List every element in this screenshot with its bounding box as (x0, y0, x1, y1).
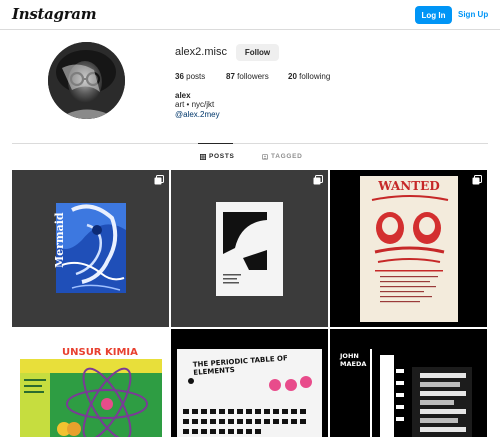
posts-count: 36 (175, 72, 184, 81)
profile-bio: art • nyc/jkt (175, 100, 215, 109)
login-button[interactable]: Log In (415, 6, 452, 24)
active-tab-indicator (198, 143, 233, 144)
signup-link[interactable]: Sign Up (458, 10, 488, 19)
multiple-posts-icon (154, 175, 164, 185)
post-tile[interactable]: UNSUR KIMIA (12, 329, 169, 437)
following-label: following (299, 72, 331, 81)
posts-stat: 36 posts (175, 72, 205, 81)
tag-icon (262, 153, 268, 160)
tab-posts[interactable]: POSTS (200, 153, 235, 160)
followers-count: 87 (226, 72, 235, 81)
post-tile[interactable]: Mermaid (12, 170, 169, 327)
instagram-logo[interactable]: Instagram (12, 5, 97, 23)
tab-posts-label: POSTS (209, 153, 235, 160)
following-count: 20 (288, 72, 297, 81)
post-tile[interactable] (171, 170, 328, 327)
profile-name: alex (175, 91, 191, 100)
following-stat[interactable]: 20 following (288, 72, 330, 81)
follow-button[interactable]: Follow (236, 44, 279, 61)
post-tile[interactable]: JOHN MAEDA (330, 329, 487, 437)
multiple-posts-icon (313, 175, 323, 185)
post-art-text: WANTED (378, 179, 440, 193)
post-art-text: UNSUR KIMIA (62, 347, 138, 358)
post-tile[interactable]: WANTED (330, 170, 487, 327)
tabs-divider (12, 143, 488, 144)
post-art-text: Mermaid (53, 212, 66, 268)
profile-link[interactable]: @alex.2mey (175, 110, 220, 119)
multiple-posts-icon (472, 175, 482, 185)
post-tile[interactable]: THE PERIODIC TABLE OF ELEMENTS (171, 329, 328, 437)
followers-stat[interactable]: 87 followers (226, 72, 269, 81)
posts-label: posts (186, 72, 206, 81)
avatar[interactable] (48, 42, 125, 119)
post-art-text: JOHN MAEDA (340, 352, 367, 368)
top-nav: Instagram Log In Sign Up (0, 0, 500, 30)
tab-tagged-label: TAGGED (271, 153, 303, 160)
grid-icon (200, 153, 206, 160)
followers-label: followers (237, 72, 269, 81)
tab-tagged[interactable]: TAGGED (262, 153, 303, 160)
profile-username: alex2.misc (175, 46, 227, 58)
